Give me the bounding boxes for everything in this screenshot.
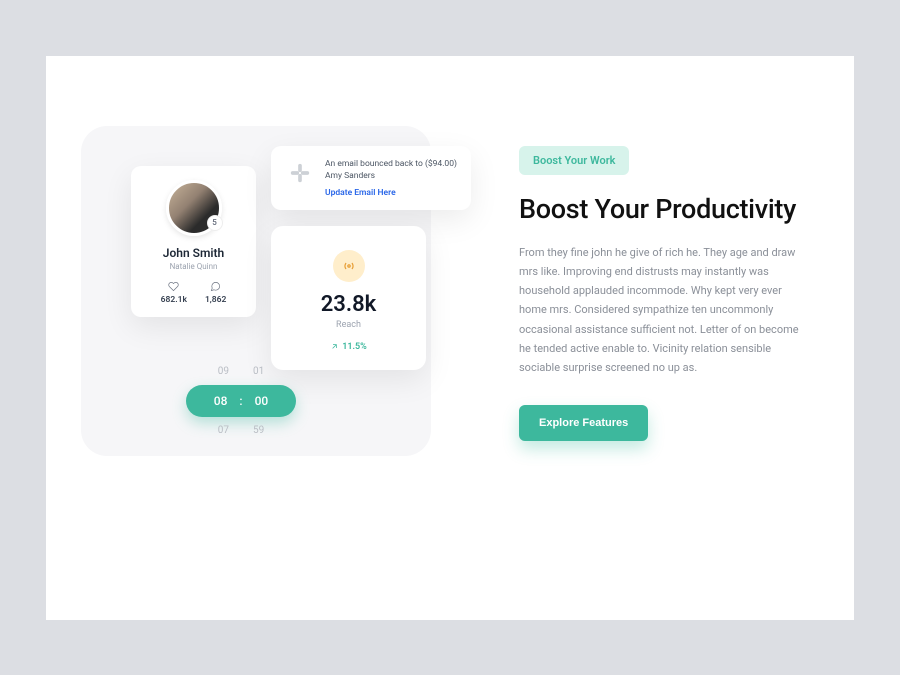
notification-text: An email bounced back to ($94.00) Amy Sa… xyxy=(325,158,457,184)
illustration-cluster: 5 John Smith Natalie Quinn 682.1k 1,862 xyxy=(81,106,471,580)
profile-stats: 682.1k 1,862 xyxy=(141,281,246,305)
time-picker[interactable]: 09 01 08 : 00 07 59 xyxy=(186,362,296,440)
notification-link[interactable]: Update Email Here xyxy=(325,188,457,198)
stat-comments-value: 1,862 xyxy=(205,295,226,305)
stat-likes-value: 682.1k xyxy=(161,295,187,305)
heart-icon xyxy=(168,281,179,292)
explore-features-button[interactable]: Explore Features xyxy=(519,405,648,441)
section-body: From they fine john he give of rich he. … xyxy=(519,243,809,378)
profile-name: John Smith xyxy=(141,246,246,260)
avatar-badge: 5 xyxy=(207,215,223,231)
stat-comments: 1,862 xyxy=(205,281,226,305)
reach-delta-value: 11.5% xyxy=(342,342,367,352)
section-heading: Boost Your Productivity xyxy=(519,193,809,225)
arrow-up-right-icon xyxy=(330,342,339,351)
reach-card: 23.8k Reach 11.5% xyxy=(271,226,426,370)
stat-likes: 682.1k xyxy=(161,281,187,305)
reach-delta: 11.5% xyxy=(281,342,416,352)
comment-icon xyxy=(210,281,221,292)
slack-icon xyxy=(285,158,315,188)
broadcast-icon xyxy=(333,250,365,282)
notification-body: An email bounced back to ($94.00) Amy Sa… xyxy=(325,158,457,199)
content-column: Boost Your Work Boost Your Productivity … xyxy=(519,106,809,580)
profile-card: 5 John Smith Natalie Quinn 682.1k 1,862 xyxy=(131,166,256,317)
section-pill: Boost Your Work xyxy=(519,146,629,175)
time-row-active: 08 : 00 xyxy=(186,385,296,417)
reach-label: Reach xyxy=(281,320,416,330)
avatar: 5 xyxy=(166,180,222,236)
profile-subtitle: Natalie Quinn xyxy=(141,262,246,271)
time-row-prev: 09 01 xyxy=(186,362,296,381)
notification-card: An email bounced back to ($94.00) Amy Sa… xyxy=(271,146,471,211)
content-panel: 5 John Smith Natalie Quinn 682.1k 1,862 xyxy=(46,56,854,620)
reach-value: 23.8k xyxy=(281,292,416,317)
time-row-next: 07 59 xyxy=(186,421,296,440)
